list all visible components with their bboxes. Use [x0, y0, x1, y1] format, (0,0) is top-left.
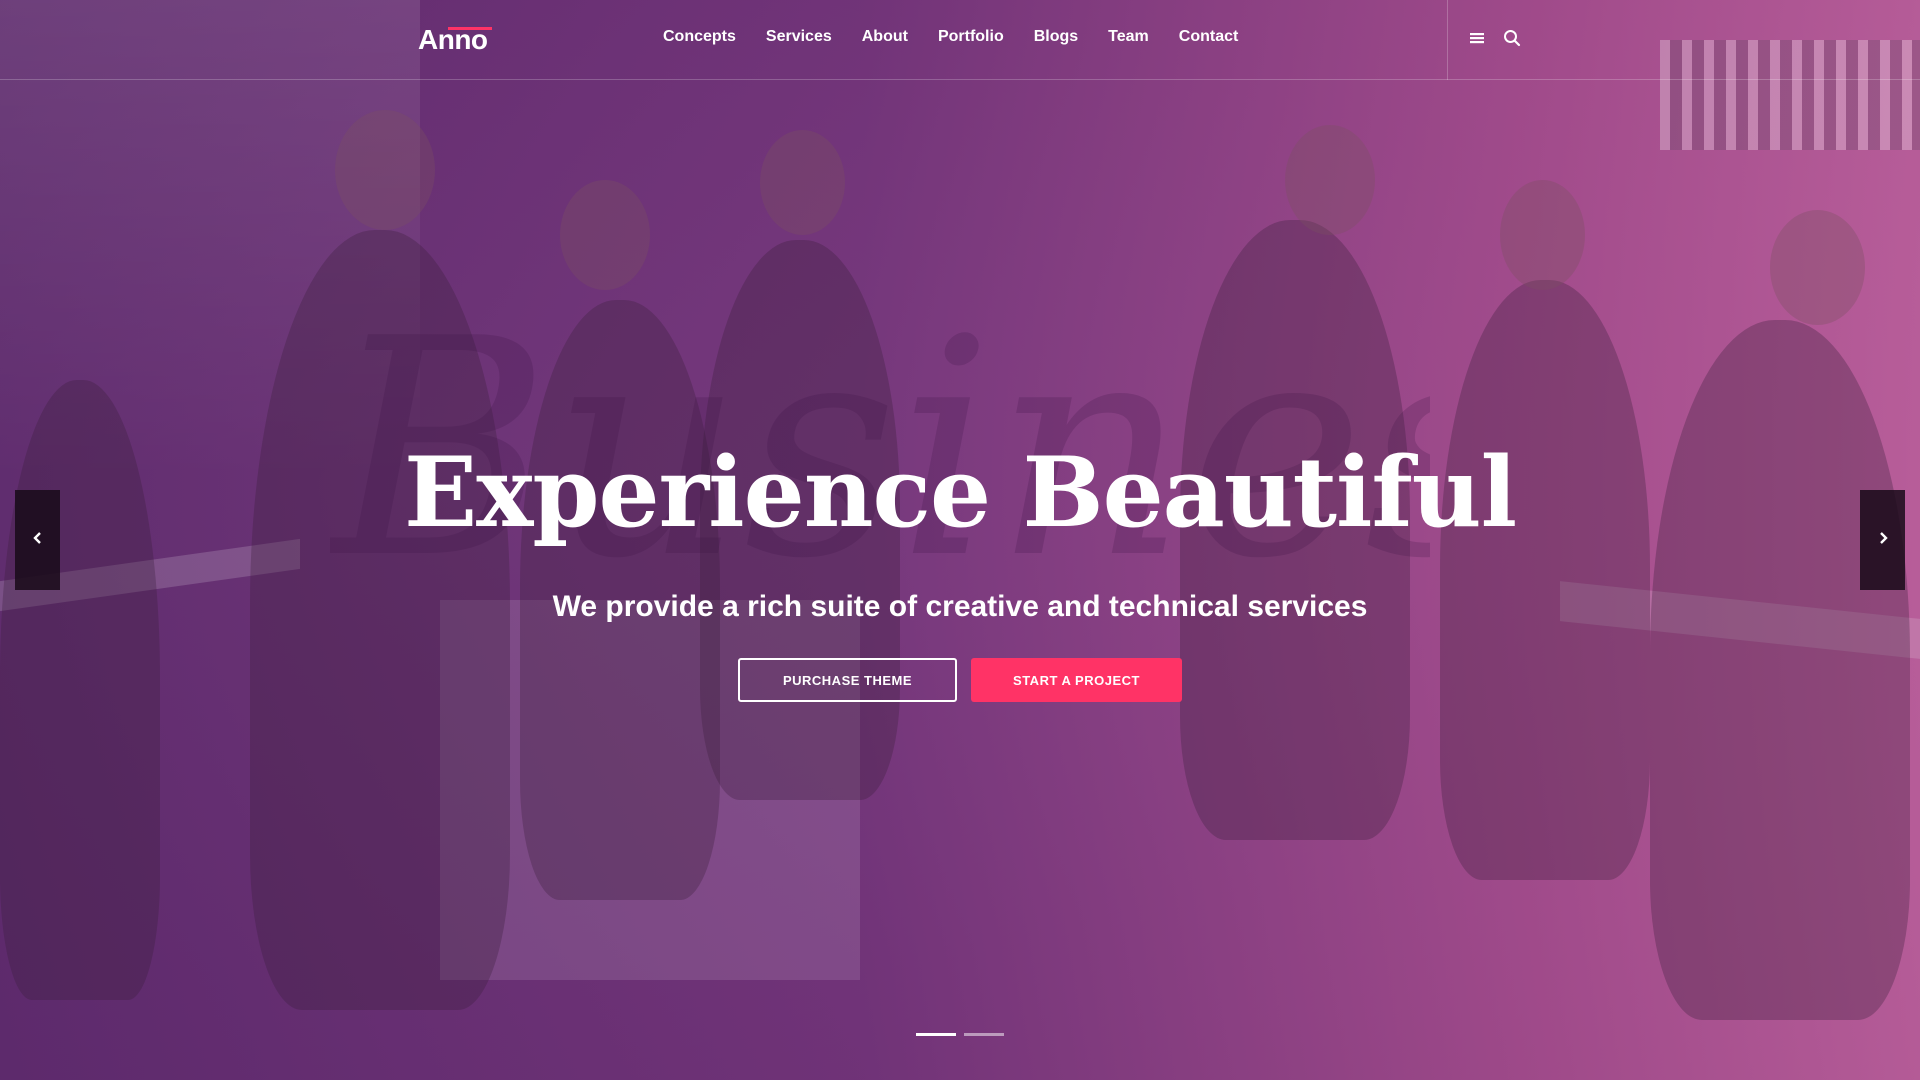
- nav-item-concepts[interactable]: Concepts: [663, 28, 736, 46]
- search-icon[interactable]: [1502, 28, 1522, 48]
- nav-item-services[interactable]: Services: [766, 28, 832, 46]
- person-head: [335, 110, 435, 230]
- hero-subtitle: We provide a rich suite of creative and …: [552, 590, 1368, 623]
- person-silhouette: [1440, 280, 1650, 880]
- logo-accent-bar: [448, 27, 492, 30]
- nav-item-about[interactable]: About: [862, 28, 908, 46]
- nav-item-blogs[interactable]: Blogs: [1034, 28, 1078, 46]
- nav-item-contact[interactable]: Contact: [1179, 28, 1239, 46]
- person-head: [1285, 125, 1375, 235]
- person-head: [1770, 210, 1865, 325]
- main-nav: Concepts Services About Portfolio Blogs …: [663, 28, 1238, 46]
- hero-title: Experience Beautiful: [403, 436, 1517, 549]
- person-head: [760, 130, 845, 235]
- site-header: Anno Concepts Services About Portfolio B…: [0, 0, 1920, 80]
- person-head: [560, 180, 650, 290]
- start-project-button[interactable]: START A PROJECT: [971, 658, 1182, 702]
- menu-icon[interactable]: [1467, 28, 1487, 48]
- slider-pagination: [916, 1033, 1004, 1036]
- slide-indicator-1[interactable]: [916, 1033, 956, 1036]
- nav-item-portfolio[interactable]: Portfolio: [938, 28, 1004, 46]
- purchase-theme-button[interactable]: PURCHASE THEME: [738, 658, 957, 702]
- person-head: [1500, 180, 1585, 290]
- nav-item-team[interactable]: Team: [1108, 28, 1149, 46]
- header-divider: [1447, 0, 1448, 80]
- person-silhouette: [1650, 320, 1910, 1020]
- slide-indicator-2[interactable]: [964, 1033, 1004, 1036]
